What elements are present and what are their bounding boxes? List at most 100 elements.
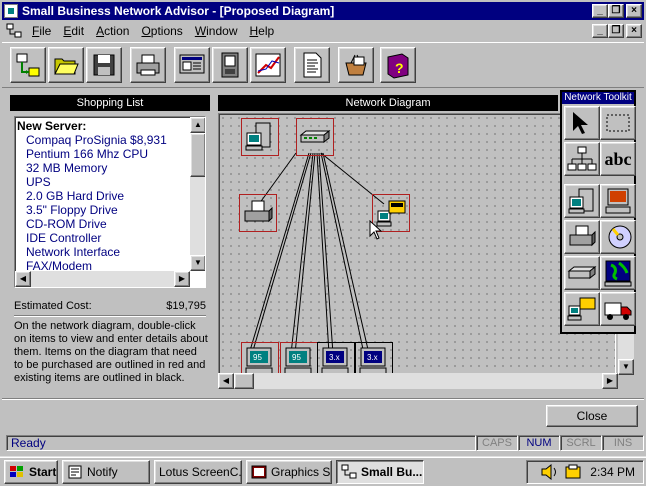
view-button[interactable]	[174, 47, 210, 83]
scroll-indicator: SCRL	[560, 435, 602, 451]
server-node[interactable]	[241, 118, 279, 156]
text-tool[interactable]: abc	[600, 142, 636, 176]
internet-tool[interactable]	[600, 256, 636, 290]
server-tool[interactable]	[564, 184, 600, 218]
workstation-node-1[interactable]: 95	[241, 342, 279, 374]
estimated-cost-label: Estimated Cost:	[14, 300, 92, 312]
shopping-vertical-scrollbar[interactable]: ▲ ▼	[190, 117, 205, 271]
diagram-scroll-down-button[interactable]: ▼	[618, 359, 634, 375]
workstation-node-2[interactable]: 95	[280, 342, 318, 374]
shopping-list-item[interactable]: IDE Controller	[17, 231, 189, 245]
printer-node[interactable]	[239, 194, 277, 232]
diagram-scroll-thumb[interactable]	[234, 373, 254, 389]
app-icon[interactable]	[4, 4, 18, 18]
chart-button[interactable]	[250, 47, 286, 83]
task-lotus-screencam[interactable]: Lotus ScreenC...	[154, 460, 242, 484]
printer-tool[interactable]	[564, 220, 600, 254]
menu-window[interactable]: Window	[189, 24, 244, 38]
chart-icon	[255, 53, 281, 77]
scroll-right-button[interactable]: ▶	[174, 271, 190, 287]
shopping-list-item[interactable]: Network Interface	[17, 245, 189, 259]
printer-icon	[569, 225, 596, 247]
rectangle-tool[interactable]	[600, 106, 636, 140]
task-small-business[interactable]: Small Bu...	[336, 460, 424, 484]
scroll-down-button[interactable]: ▼	[190, 255, 205, 271]
start-label: Start	[29, 465, 57, 479]
open-button[interactable]	[48, 47, 84, 83]
toolbar: ?	[2, 42, 644, 88]
report-button[interactable]	[294, 47, 330, 83]
shopping-list-panel: Shopping List New Server: Compaq ProSign…	[10, 95, 210, 392]
truck-icon	[604, 302, 632, 320]
task-label: Lotus ScreenC...	[159, 465, 242, 479]
workstation-node-3[interactable]: 3.x	[317, 342, 355, 374]
scroll-thumb[interactable]	[190, 133, 205, 177]
menu-help[interactable]: Help	[244, 24, 281, 38]
shopping-button[interactable]	[338, 47, 374, 83]
doc-minimize-button[interactable]: _	[592, 24, 608, 38]
doc-restore-button[interactable]: ❐	[608, 24, 624, 38]
shopping-list-box[interactable]: New Server: Compaq ProSignia $8,931 Penti…	[14, 116, 206, 288]
workstation-node-4[interactable]: 3.x	[355, 342, 393, 374]
clock[interactable]: 2:34 PM	[590, 465, 635, 479]
cdrom-tool[interactable]	[600, 220, 636, 254]
save-button[interactable]	[86, 47, 122, 83]
fax-modem-tool[interactable]	[564, 292, 600, 326]
network-toolkit[interactable]: Network Toolkit abc	[560, 90, 636, 334]
shopping-horizontal-scrollbar[interactable]: ◀ ▶	[15, 271, 190, 287]
speaker-icon[interactable]	[540, 464, 560, 480]
vehicle-tool[interactable]	[600, 292, 636, 326]
hub-tool[interactable]	[564, 256, 600, 290]
help-book-icon: ?	[387, 53, 409, 79]
diagram-button[interactable]	[10, 47, 46, 83]
menu-options[interactable]: Options	[135, 24, 188, 38]
menu-file[interactable]: File	[26, 24, 57, 38]
help-button[interactable]: ?	[380, 47, 416, 83]
drive-button[interactable]	[212, 47, 248, 83]
diagram-scroll-right-button[interactable]: ▶	[602, 373, 618, 389]
os-label: 3.x	[329, 353, 340, 362]
doc-close-button[interactable]: ×	[626, 24, 642, 38]
notify-tray-icon[interactable]	[564, 464, 582, 480]
scroll-left-button[interactable]: ◀	[15, 271, 31, 287]
shopping-list-item[interactable]: 32 MB Memory	[17, 161, 189, 175]
diagram-canvas[interactable]: 95 95 3.x 3.x	[218, 113, 616, 375]
svg-text:?: ?	[395, 60, 404, 76]
workstation-icon	[605, 188, 631, 214]
close-window-button[interactable]: ×	[626, 4, 642, 18]
restore-button[interactable]: ❐	[608, 4, 624, 18]
shopping-list-item[interactable]: UPS	[17, 175, 189, 189]
task-graphics[interactable]: Graphics S...	[246, 460, 332, 484]
shopping-list-item[interactable]: Compaq ProSignia $8,931	[17, 133, 189, 147]
menu-edit[interactable]: Edit	[57, 24, 90, 38]
num-indicator: NUM	[518, 435, 560, 451]
document-menu-icon[interactable]	[6, 23, 22, 39]
minimize-button[interactable]: _	[592, 4, 608, 18]
scroll-up-button[interactable]: ▲	[190, 117, 205, 133]
print-button[interactable]	[130, 47, 166, 83]
workstation-tool[interactable]	[600, 184, 636, 218]
workstation-icon: 95	[284, 347, 312, 374]
close-button[interactable]: Close	[546, 405, 638, 427]
shopping-list-item[interactable]: 2.0 GB Hard Drive	[17, 189, 189, 203]
arrow-pointer-icon	[573, 112, 588, 134]
connector-tool[interactable]	[564, 142, 600, 176]
document-icon	[303, 52, 322, 78]
menu-action[interactable]: Action	[90, 24, 135, 38]
shopping-list-item[interactable]: Pentium 166 Mhz CPU	[17, 147, 189, 161]
title-bar[interactable]: Small Business Network Advisor - [Propos…	[2, 2, 644, 20]
open-folder-icon	[54, 58, 79, 75]
diagram-scroll-left-button[interactable]: ◀	[218, 373, 234, 389]
dotted-rectangle-icon	[606, 114, 630, 132]
select-tool[interactable]	[564, 106, 600, 140]
save-disk-icon	[93, 54, 115, 76]
task-notify[interactable]: Notify	[62, 460, 150, 484]
hub-node[interactable]	[296, 118, 334, 156]
start-button[interactable]: Start	[4, 460, 58, 484]
workstation-icon: 3.x	[321, 347, 349, 374]
shopping-list-item[interactable]: 3.5" Floppy Drive	[17, 203, 189, 217]
network-toolkit-title: Network Toolkit	[562, 92, 634, 104]
shopping-list-item[interactable]: CD-ROM Drive	[17, 217, 189, 231]
diagram-horizontal-scrollbar[interactable]: ◀ ▶	[218, 373, 618, 389]
graphics-icon	[251, 465, 267, 479]
